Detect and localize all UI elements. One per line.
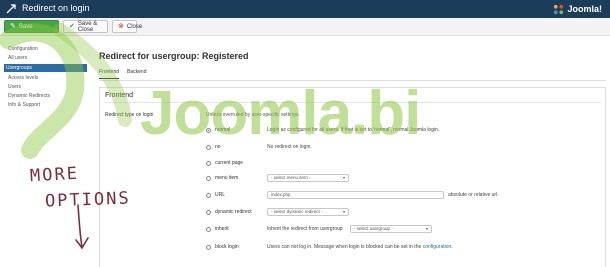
- save-button[interactable]: ✎ Save: [4, 20, 59, 33]
- radio-url[interactable]: [206, 192, 211, 198]
- arrows-icon: [6, 4, 16, 14]
- option-label: menu item: [215, 175, 239, 181]
- panel-legend: Frontend: [105, 92, 134, 99]
- save-close-button-label: Save & Close: [77, 20, 98, 33]
- option-inherit[interactable]: inherit: [206, 225, 229, 233]
- tab-bar: Frontend Backend: [99, 67, 146, 79]
- frontend-panel: Frontend Redirect type on login Unless o…: [99, 87, 606, 267]
- edit-icon: ✎: [10, 23, 16, 30]
- toolbar: ✎ Save ✔ Save & Close ⊗ Close: [0, 18, 610, 36]
- cancel-icon: ⊗: [118, 23, 124, 30]
- option-label: inherit: [215, 226, 229, 232]
- save-button-label: Save: [18, 23, 33, 30]
- option-no[interactable]: no: [206, 143, 221, 151]
- option-label: current page: [215, 160, 244, 166]
- field-description: Unless overruled by user-specific settin…: [206, 112, 300, 118]
- sidebar: Configuration All users Usergroups Acces…: [0, 36, 90, 267]
- chevron-down-icon: ▾: [425, 226, 428, 231]
- tabs-divider: [99, 80, 606, 81]
- sidebar-item-configuration[interactable]: Configuration: [6, 45, 86, 53]
- chevron-down-icon: ▾: [342, 209, 345, 214]
- check-icon: ✔: [69, 23, 75, 30]
- legend-divider: [105, 102, 601, 103]
- chevron-down-icon: ▾: [342, 175, 345, 180]
- option-menu-item[interactable]: menu item: [206, 174, 238, 182]
- main-content: Redirect for usergroup: Registered Front…: [99, 36, 606, 267]
- sidebar-item-users[interactable]: Users: [6, 83, 86, 91]
- field-label: Redirect type on login: [105, 112, 154, 118]
- option-current-page[interactable]: current page: [206, 159, 243, 167]
- select-value: - select menu item -: [271, 175, 311, 180]
- option-normal[interactable]: normal: [206, 126, 230, 134]
- sidebar-item-usergroups[interactable]: Usergroups: [4, 64, 87, 72]
- option-label: normal: [215, 127, 231, 133]
- page-header-title: Redirect on login: [22, 3, 90, 13]
- block-login-desc-text: Users can not log in. Message when login…: [267, 244, 422, 250]
- radio-current-page[interactable]: [206, 160, 211, 166]
- radio-normal[interactable]: [206, 127, 211, 133]
- radio-block-login[interactable]: [206, 244, 211, 250]
- sidebar-item-dynamic-redirects[interactable]: Dynamic Redirects: [6, 92, 86, 100]
- dynamic-redirect-select[interactable]: - select dynamic redirect - ▾: [267, 208, 349, 216]
- radio-inherit[interactable]: [206, 226, 211, 232]
- close-button[interactable]: ⊗ Close: [112, 20, 142, 33]
- top-header: Redirect on login Joomla!: [0, 0, 610, 18]
- select-value: - select usergroup -: [354, 226, 393, 231]
- option-block-login[interactable]: block login: [206, 243, 239, 251]
- option-label: URL: [215, 192, 226, 198]
- option-no-desc: No redirect on login.: [267, 144, 312, 150]
- url-input-note: absolute or relative url.: [448, 192, 499, 198]
- joomla-logo-icon: [554, 4, 564, 14]
- option-label: no: [215, 144, 221, 150]
- url-input[interactable]: index.php: [267, 191, 444, 199]
- sidebar-item-all-users[interactable]: All users: [6, 54, 86, 62]
- option-normal-desc: Login as configured for all users. If th…: [267, 127, 440, 133]
- sidebar-item-access-levels[interactable]: Access levels: [6, 74, 86, 82]
- select-value: - select dynamic redirect -: [271, 209, 323, 214]
- option-label: block login: [215, 244, 239, 250]
- usergroup-select[interactable]: - select usergroup - ▾: [350, 225, 432, 233]
- block-login-desc-end: .: [451, 244, 453, 250]
- tab-backend[interactable]: Backend: [127, 67, 146, 79]
- brand-name: Joomla!: [567, 4, 602, 14]
- radio-dynamic-redirect[interactable]: [206, 209, 211, 215]
- joomla-logo: Joomla!: [553, 3, 602, 15]
- option-url[interactable]: URL: [206, 191, 225, 199]
- tab-frontend[interactable]: Frontend: [99, 67, 120, 79]
- menu-item-select[interactable]: - select menu item - ▾: [267, 174, 349, 182]
- radio-no[interactable]: [206, 144, 211, 150]
- page-title: Redirect for usergroup: Registered: [99, 51, 249, 61]
- sidebar-item-info-support[interactable]: Info & Support: [6, 101, 86, 109]
- configuration-link[interactable]: configuration: [423, 244, 452, 250]
- option-inherit-desc: Inherit the redirect from usergroup: [267, 226, 343, 232]
- radio-menu-item[interactable]: [206, 175, 211, 181]
- option-block-login-desc: Users can not log in. Message when login…: [267, 244, 453, 250]
- option-dynamic-redirect[interactable]: dynamic redirect: [206, 208, 252, 216]
- save-close-button[interactable]: ✔ Save & Close: [63, 20, 108, 33]
- close-button-label: Close: [126, 23, 143, 30]
- option-label: dynamic redirect: [215, 209, 252, 215]
